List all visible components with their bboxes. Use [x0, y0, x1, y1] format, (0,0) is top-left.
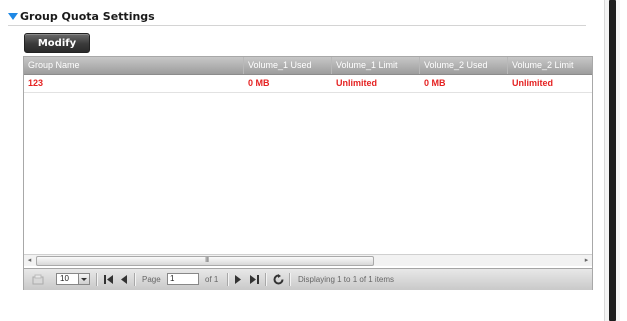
first-page-icon[interactable]	[104, 275, 114, 284]
column-header-volume1-used[interactable]: Volume_1 Used	[244, 57, 332, 74]
toolbar-separator	[134, 273, 136, 286]
last-page-icon[interactable]	[249, 275, 259, 284]
column-header-volume1-limit[interactable]: Volume_1 Limit	[332, 57, 420, 74]
vertical-scrollbar[interactable]	[604, 0, 620, 321]
chevron-down-icon[interactable]	[78, 274, 89, 284]
column-header-volume2-limit[interactable]: Volume_2 Limit	[508, 57, 592, 74]
export-icon[interactable]	[32, 274, 46, 285]
page-number-input[interactable]: 1	[167, 273, 199, 285]
horizontal-scroll-thumb[interactable]: III	[36, 256, 374, 266]
table-row[interactable]: 123 0 MB Unlimited 0 MB Unlimited	[24, 75, 592, 93]
scroll-left-icon[interactable]: ◂	[24, 255, 35, 266]
collapse-triangle-icon[interactable]	[8, 13, 18, 20]
next-page-icon[interactable]	[234, 275, 242, 284]
cell-volume1-limit: Unlimited	[336, 78, 378, 88]
scroll-right-icon[interactable]: ▸	[581, 255, 592, 266]
toolbar-separator	[227, 273, 229, 286]
page-size-select[interactable]: 10	[56, 273, 90, 285]
column-header-volume2-used[interactable]: Volume_2 Used	[420, 57, 508, 74]
page-label: Page	[142, 275, 161, 284]
refresh-icon[interactable]	[273, 274, 284, 285]
column-header-group-name[interactable]: Group Name	[24, 57, 244, 74]
group-quota-grid: Group Name Volume_1 Used Volume_1 Limit …	[23, 56, 593, 290]
toolbar-separator	[96, 273, 98, 286]
prev-page-icon[interactable]	[120, 275, 128, 284]
vertical-scroll-thumb[interactable]	[609, 0, 616, 321]
scroll-grip-icon: III	[205, 256, 209, 264]
cell-volume2-limit: Unlimited	[512, 78, 554, 88]
cell-group-name: 123	[28, 78, 44, 88]
horizontal-scrollbar[interactable]: ◂ III ▸	[24, 254, 592, 266]
toolbar-separator	[289, 273, 291, 286]
grid-header: Group Name Volume_1 Used Volume_1 Limit …	[24, 57, 592, 75]
toolbar-separator	[265, 273, 267, 286]
cell-volume2-used: 0 MB	[424, 78, 446, 88]
page-size-value: 10	[60, 274, 69, 283]
modify-button[interactable]: Modify	[24, 33, 90, 53]
paging-status: Displaying 1 to 1 of 1 items	[298, 275, 395, 284]
section-header: Group Quota Settings	[8, 7, 586, 26]
paging-toolbar: 10 Page 1 of 1 Displaying 1 to 1 of 1 it…	[24, 268, 592, 290]
cell-volume1-used: 0 MB	[248, 78, 270, 88]
section-title: Group Quota Settings	[20, 9, 155, 23]
page-count-label: of 1	[205, 275, 219, 284]
